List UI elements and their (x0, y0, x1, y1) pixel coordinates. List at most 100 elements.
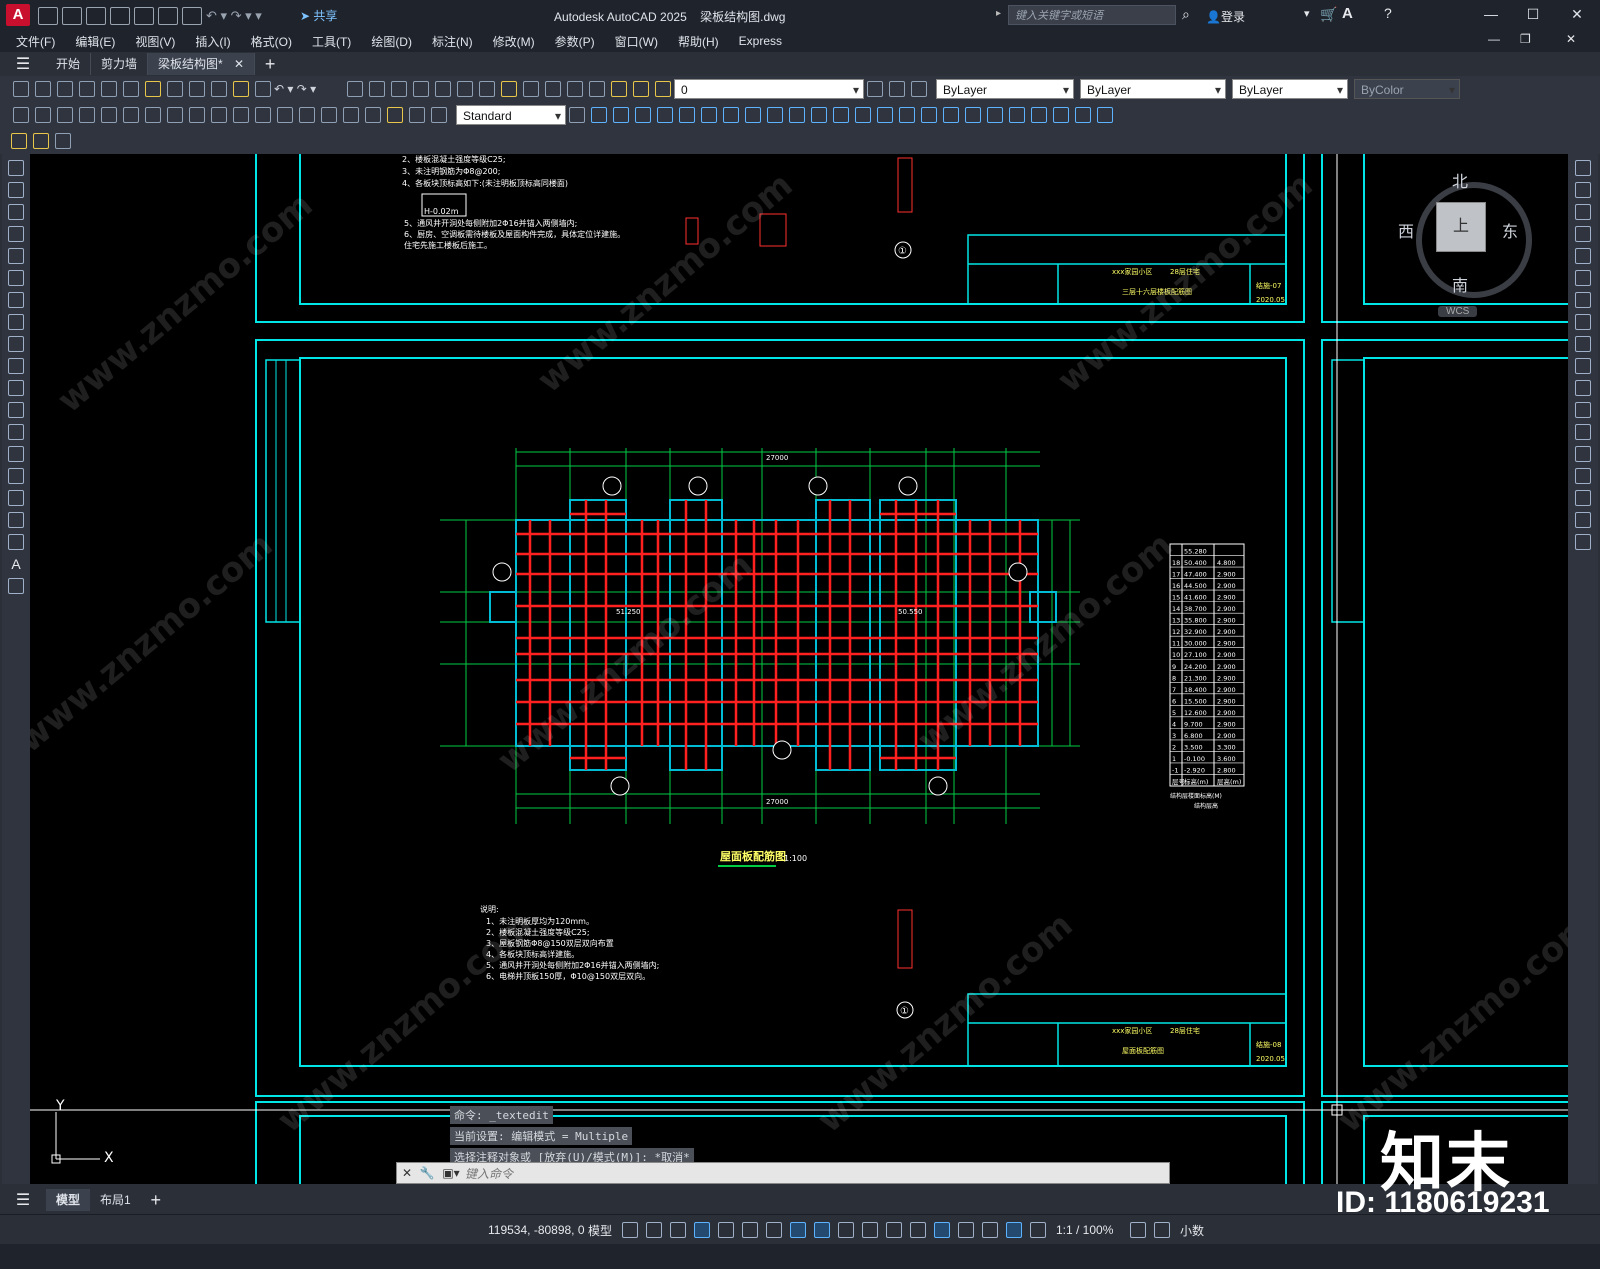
close-icon[interactable]: ✕ (397, 1166, 417, 1180)
autocad-app-icon[interactable]: A (6, 4, 30, 26)
qnew-icon[interactable] (13, 81, 29, 97)
sign-in-button[interactable]: 👤 登录 (1206, 8, 1245, 25)
wcs-menu-button[interactable]: WCS (1438, 306, 1478, 317)
dim-break-icon[interactable] (277, 107, 293, 123)
save-as-icon[interactable] (110, 7, 130, 25)
break-at-point-icon[interactable] (1575, 402, 1591, 418)
menu-file[interactable]: 文件(F) (16, 33, 55, 50)
interfere-icon[interactable] (965, 107, 981, 123)
arc-length-icon[interactable] (57, 107, 73, 123)
undo-redo-icon[interactable]: ↶ ▾ ↷ ▾ (274, 82, 344, 96)
external-reference-icon[interactable] (33, 133, 49, 149)
menu-dimension[interactable]: 标注(N) (432, 33, 473, 50)
dimstyle-select[interactable]: Standard (456, 105, 566, 126)
ellipse-icon[interactable] (8, 358, 24, 374)
close-button[interactable]: ✕ (1568, 6, 1586, 23)
add-selected-icon[interactable] (8, 578, 24, 594)
line-icon[interactable] (8, 160, 24, 176)
new-icon[interactable] (38, 7, 58, 25)
inspection-icon[interactable] (343, 107, 359, 123)
selection-cycling-icon[interactable] (886, 1222, 902, 1238)
publish-icon[interactable] (123, 81, 139, 97)
isodraft-icon[interactable] (766, 1222, 782, 1238)
layer-state-icon[interactable] (911, 81, 927, 97)
continue-dim-icon[interactable] (233, 107, 249, 123)
web-open-icon[interactable] (134, 7, 154, 25)
jogged-dim-icon[interactable] (123, 107, 139, 123)
menu-format[interactable]: 格式(O) (251, 33, 292, 50)
coordinates-readout[interactable]: 119534, -80898, 0 (488, 1223, 588, 1237)
menu-window[interactable]: 窗口(W) (615, 33, 658, 50)
tab-start[interactable]: 开始 (46, 53, 92, 75)
viewcube[interactable]: 上 北 南 东 西 WCS (1398, 168, 1540, 317)
hamburger-menu-icon[interactable]: ☰ (0, 1190, 46, 1210)
3d-array-icon[interactable] (1097, 107, 1113, 123)
dim-edit-icon[interactable] (387, 107, 403, 123)
zoom-realtime-icon[interactable] (369, 81, 385, 97)
doc-minimize-button[interactable]: — (1488, 32, 1500, 46)
layer-previous-icon[interactable] (889, 81, 905, 97)
3d-pyramid-icon[interactable] (723, 107, 739, 123)
fillet-icon[interactable] (1575, 490, 1591, 506)
cart-icon[interactable]: 🛒 (1320, 6, 1337, 23)
help-search-input[interactable]: 键入关键字或短语 (1008, 5, 1176, 25)
3d-move-icon[interactable] (1031, 107, 1047, 123)
doc-close-button[interactable]: ✕ (1566, 32, 1576, 46)
dim-text-edit-icon[interactable] (409, 107, 425, 123)
table-icon[interactable] (8, 534, 24, 550)
insert-block-icon[interactable] (8, 402, 24, 418)
section-plane-icon[interactable] (987, 107, 1003, 123)
menu-draw[interactable]: 绘图(D) (371, 33, 412, 50)
plot-icon[interactable] (182, 7, 202, 25)
3d-sphere-icon[interactable] (657, 107, 673, 123)
loft-icon[interactable] (833, 107, 849, 123)
infer-constraints-icon[interactable] (670, 1222, 686, 1238)
hatch-icon[interactable] (8, 468, 24, 484)
close-tab-icon[interactable]: ✕ (234, 57, 244, 71)
annotation-visibility-icon[interactable] (1006, 1222, 1022, 1238)
revolve-icon[interactable] (789, 107, 805, 123)
arc-icon[interactable] (8, 270, 24, 286)
paste-icon[interactable] (211, 81, 227, 97)
tolerance-icon[interactable] (299, 107, 315, 123)
viewcube-top-face[interactable]: 上 (1436, 202, 1486, 252)
plotstyle-select[interactable]: ByColor (1354, 79, 1460, 100)
design-center-icon[interactable] (457, 81, 473, 97)
3d-torus-icon[interactable] (701, 107, 717, 123)
object-snap-tracking-icon[interactable] (790, 1222, 806, 1238)
thicken-icon[interactable] (943, 107, 959, 123)
spline-icon[interactable] (8, 336, 24, 352)
menu-modify[interactable]: 修改(M) (493, 33, 535, 50)
polyline-icon[interactable] (8, 204, 24, 220)
rectangle-icon[interactable] (8, 248, 24, 264)
sheet-set-icon[interactable] (501, 81, 517, 97)
polygon-icon[interactable] (8, 226, 24, 242)
annotation-monitor-plus-icon[interactable] (1154, 1222, 1170, 1238)
copy-icon[interactable] (189, 81, 205, 97)
customize-wrench-icon[interactable]: 🔧 (417, 1166, 437, 1180)
region-icon[interactable] (8, 512, 24, 528)
3d-box-icon[interactable] (591, 107, 607, 123)
menu-edit[interactable]: 编辑(E) (75, 33, 115, 50)
stretch-icon[interactable] (1575, 336, 1591, 352)
zoom-window-icon[interactable] (391, 81, 407, 97)
properties-icon[interactable] (435, 81, 451, 97)
menu-help[interactable]: 帮助(H) (678, 33, 719, 50)
chamfer-icon[interactable] (1575, 468, 1591, 484)
flatshot-icon[interactable] (1009, 107, 1025, 123)
menu-express[interactable]: Express (739, 34, 782, 48)
extend-icon[interactable] (1575, 380, 1591, 396)
dynamic-ucs-icon[interactable] (934, 1222, 950, 1238)
quick-dim-icon[interactable] (189, 107, 205, 123)
layer-properties-icon[interactable] (589, 81, 605, 97)
sweep-icon[interactable] (811, 107, 827, 123)
plot-icon[interactable] (79, 81, 95, 97)
center-mark-icon[interactable] (321, 107, 337, 123)
erase-icon[interactable] (1575, 160, 1591, 176)
tab-layout1[interactable]: 布局1 (90, 1189, 141, 1211)
compass-north[interactable]: 北 (1452, 168, 1468, 192)
menu-view[interactable]: 视图(V) (135, 33, 175, 50)
compass-east[interactable]: 东 (1502, 218, 1518, 242)
workspace-gear-icon[interactable] (1130, 1222, 1146, 1238)
circle-icon[interactable] (8, 292, 24, 308)
